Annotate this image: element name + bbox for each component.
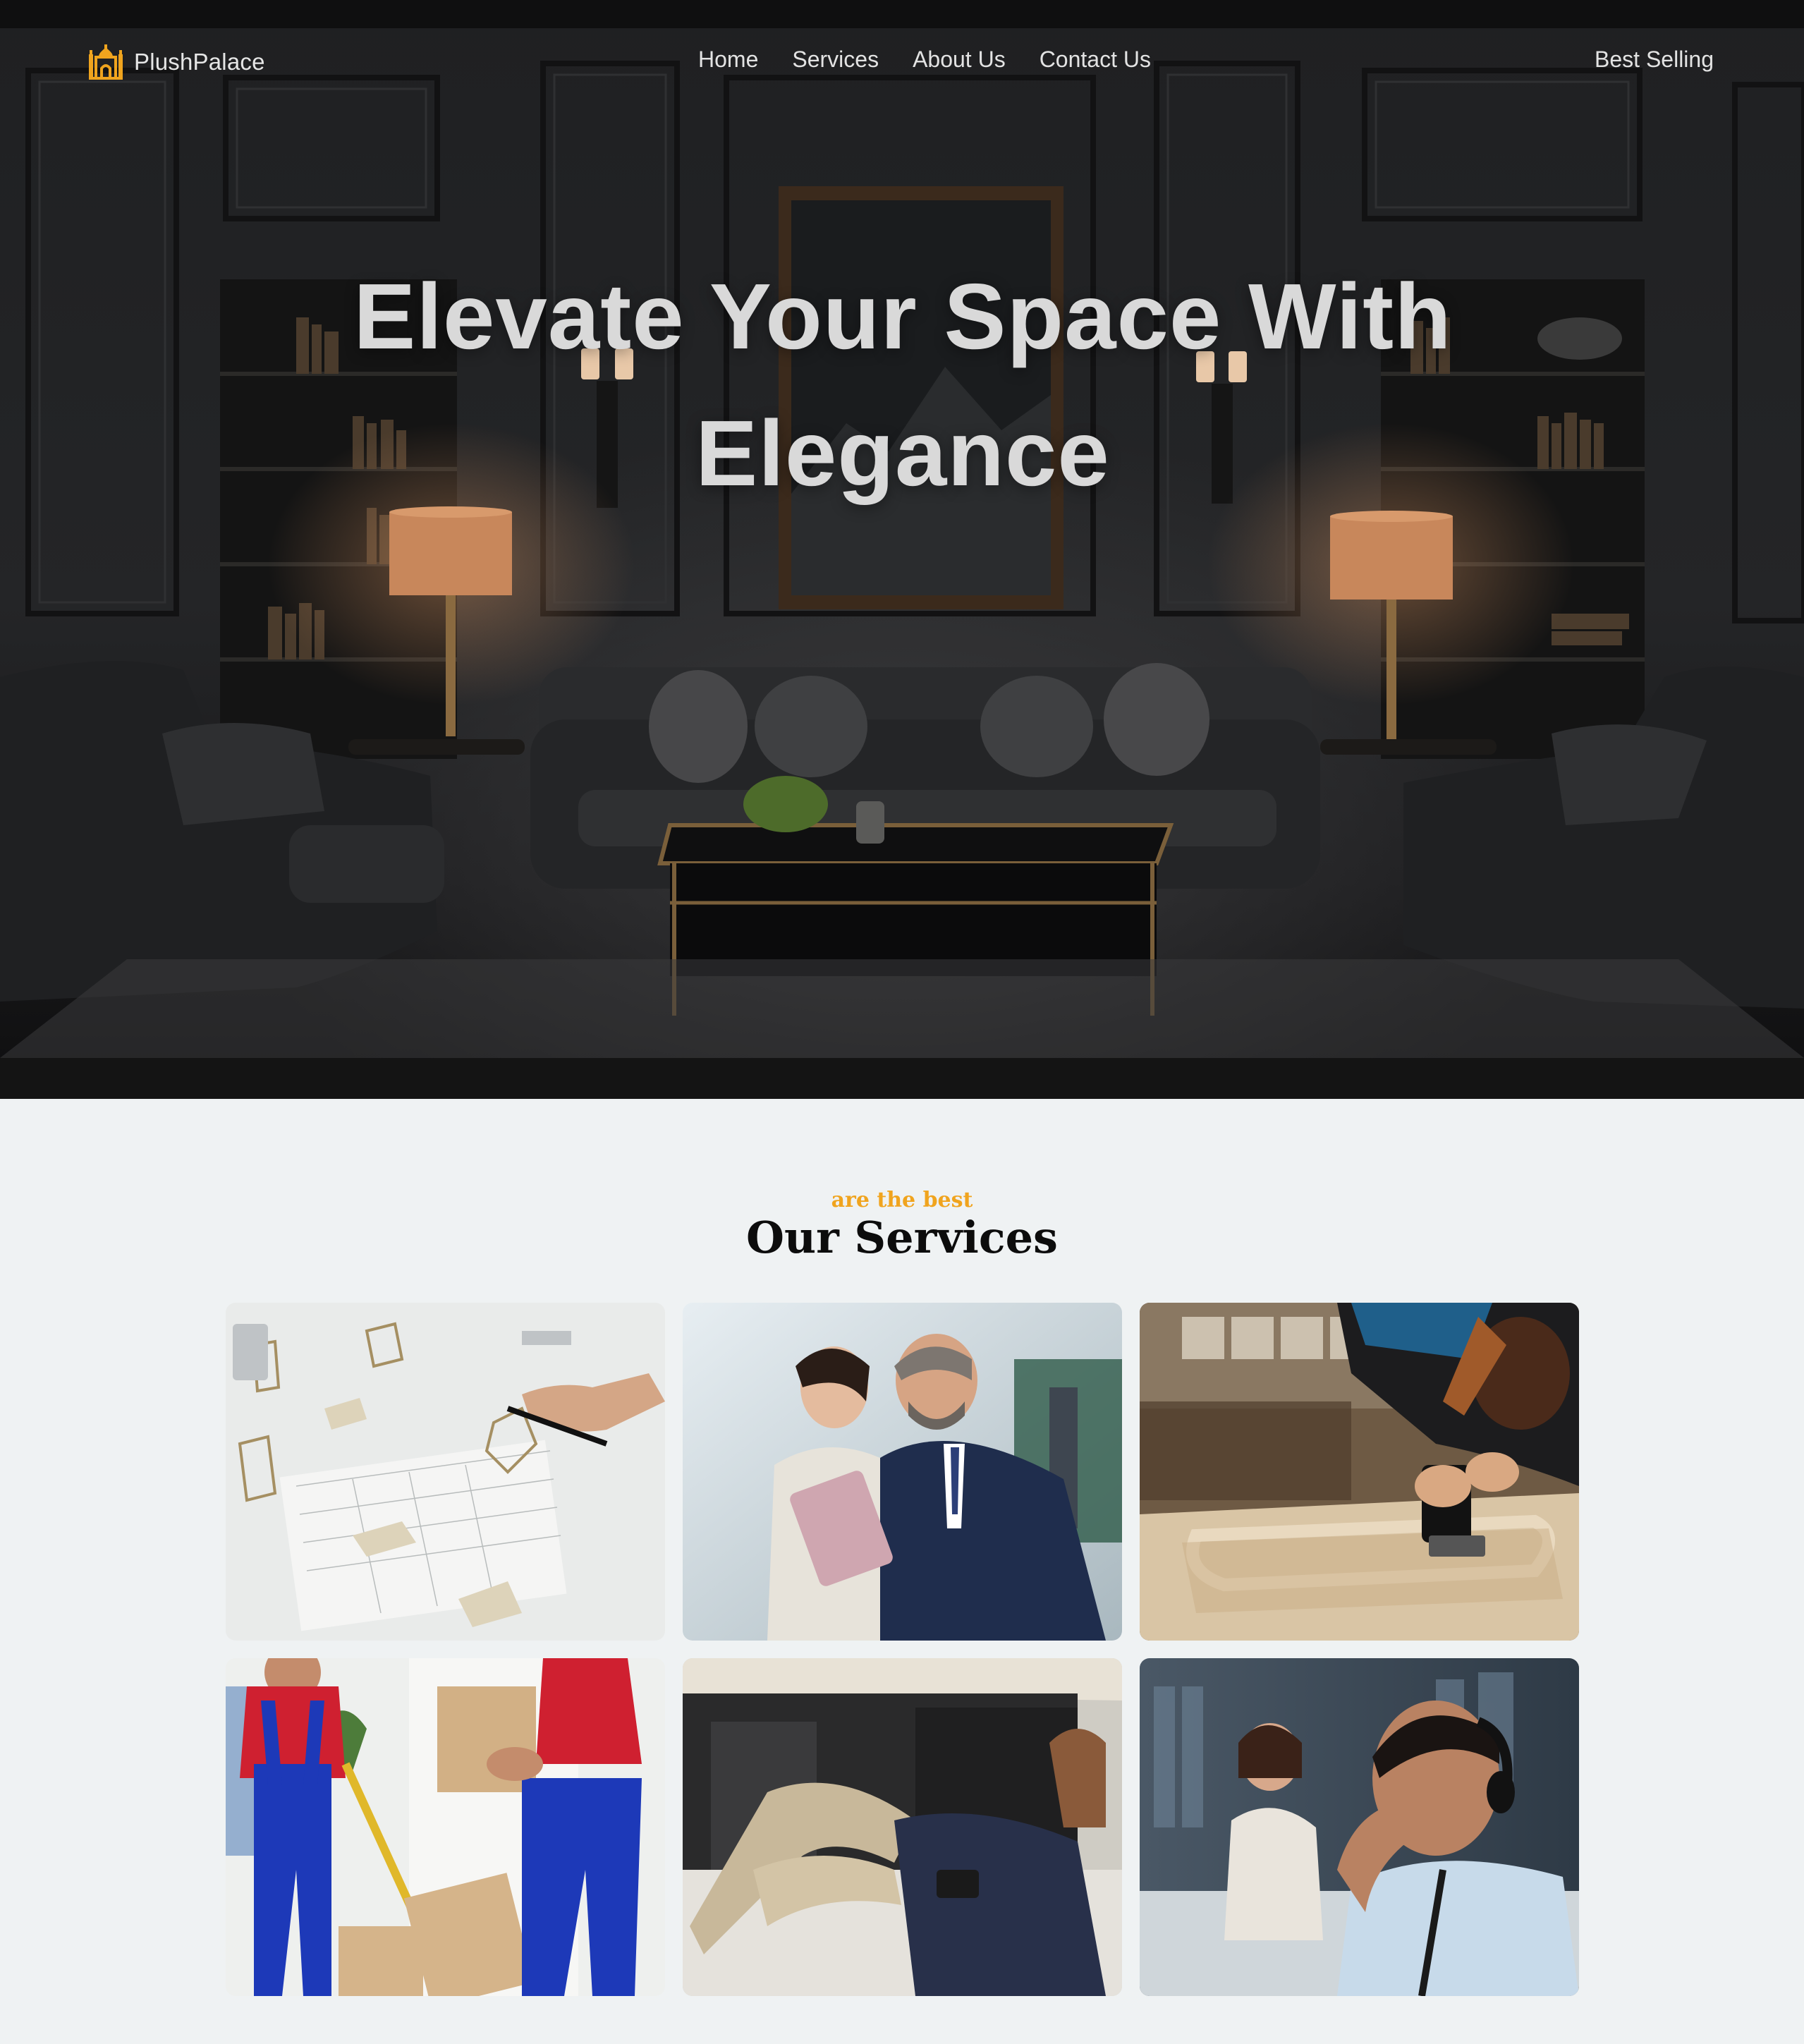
services-grid	[226, 1303, 1580, 1996]
service-card-design[interactable]	[226, 1303, 665, 1641]
hero-title-line-2: Elegance	[695, 401, 1110, 505]
nav-link-contact-us[interactable]: Contact Us	[1040, 47, 1151, 73]
furniture-design-sketch-photo	[226, 1303, 665, 1641]
hero-background-image	[0, 0, 1804, 1099]
woodworking-craftsman-photo	[1140, 1303, 1579, 1641]
moving-delivery-photo	[226, 1658, 665, 1996]
service-card-consultation[interactable]	[683, 1303, 1122, 1641]
nav-link-about-us[interactable]: About Us	[913, 47, 1006, 73]
service-card-repair[interactable]	[683, 1658, 1122, 1996]
service-card-delivery[interactable]	[226, 1658, 665, 1996]
nav-link-best-selling[interactable]: Best Selling	[1595, 47, 1714, 73]
service-card-support[interactable]	[1140, 1658, 1579, 1996]
customer-support-photo	[1140, 1658, 1579, 1996]
services-eyebrow: are the best	[831, 1188, 973, 1212]
nav-link-services[interactable]: Services	[792, 47, 879, 73]
hero-section: PlushPalace Home Services About Us Conta…	[0, 0, 1804, 1099]
services-section: are the best Our Services	[0, 1099, 1804, 2044]
service-card-craftsmanship[interactable]	[1140, 1303, 1579, 1641]
repair-installation-photo	[683, 1658, 1122, 1996]
hero-title-line-1: Elevate Your Space With	[353, 264, 1452, 368]
nav-link-home[interactable]: Home	[698, 47, 758, 73]
top-navbar: PlushPalace Home Services About Us Conta…	[0, 0, 1804, 124]
palace-icon	[89, 44, 123, 80]
consultation-meeting-photo	[683, 1303, 1122, 1641]
hero-title: Elevate Your Space With Elegance	[317, 248, 1488, 522]
brand-logo-link[interactable]: PlushPalace	[89, 44, 265, 80]
brand-name: PlushPalace	[134, 49, 265, 75]
services-title: Our Services	[746, 1212, 1058, 1263]
main-nav-links: Home Services About Us Contact Us	[698, 47, 1151, 73]
